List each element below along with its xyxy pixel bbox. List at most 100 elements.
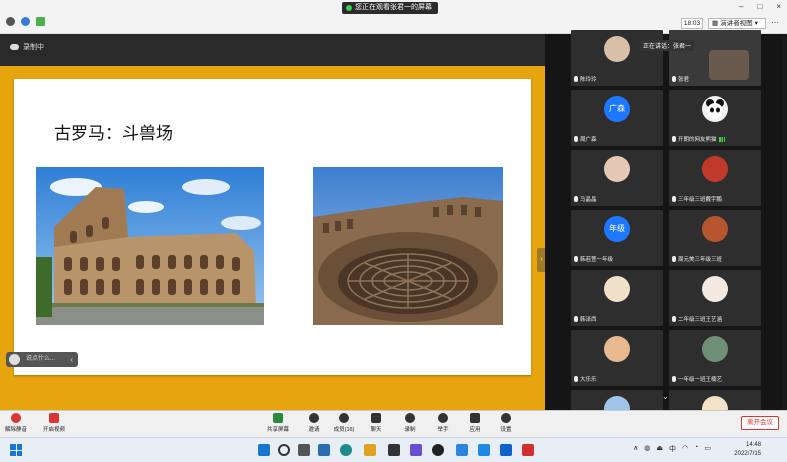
mic-icon — [574, 196, 578, 202]
wps-icon[interactable] — [522, 444, 534, 456]
presentation-slide: 古罗马：斗兽场 — [14, 79, 531, 375]
participant-avatar — [702, 276, 728, 302]
settings-button[interactable]: 设置 — [492, 413, 520, 433]
participant-tile[interactable]: 陈玲玲 — [571, 30, 663, 86]
clock[interactable]: 14:48 2022/7/15 — [734, 441, 761, 459]
mic-icon — [672, 316, 676, 322]
chat-placeholder: 说点什么... — [26, 356, 56, 362]
participant-avatar — [702, 336, 728, 362]
participant-tile[interactable]: 年级 韩若萱一年级 — [571, 210, 663, 266]
raise-hand-button[interactable]: 举手 — [429, 413, 457, 433]
participant-tile-active[interactable]: 张君 — [669, 30, 761, 86]
title-bar: 您正在观看张君一的屏幕 – □ × 18:03 ▦ 演讲者视图 ▾ ⋯ — [0, 0, 787, 34]
participant-tile[interactable]: 马晶晶 — [571, 150, 663, 206]
task-view-icon[interactable] — [298, 444, 310, 456]
usb-icon[interactable]: ⏏ — [656, 444, 663, 454]
chat-icon — [371, 413, 381, 423]
user-avatar-icon — [9, 354, 20, 365]
participant-tile[interactable]: 三年级三班戴宇鹏 — [669, 150, 761, 206]
participant-tile[interactable]: 周元美三年级三班 — [669, 210, 761, 266]
apps-button[interactable]: 应用 — [461, 413, 489, 433]
share-screen-button[interactable]: 共享屏幕 — [264, 413, 292, 433]
participant-avatar — [604, 36, 630, 62]
network-icon[interactable]: ◍ — [644, 444, 650, 454]
participant-tile[interactable]: 一年级一班王楠艺 — [669, 330, 761, 386]
participant-tile[interactable]: 广森 周广森 — [571, 90, 663, 146]
record-button[interactable]: 录制 — [396, 413, 424, 433]
apps-icon — [470, 413, 480, 423]
invite-icon — [309, 413, 319, 423]
mic-icon — [574, 376, 578, 382]
qq-icon[interactable] — [432, 444, 444, 456]
unmute-button[interactable]: 解除静音 — [2, 413, 30, 433]
minimize-button[interactable]: – — [739, 2, 743, 11]
invite-button[interactable]: 邀请 — [300, 413, 328, 433]
leave-meeting-button[interactable]: 离开会议 — [741, 416, 779, 430]
file-explorer-icon[interactable] — [364, 444, 376, 456]
participant-tile[interactable] — [571, 390, 663, 422]
chevron-up-icon[interactable]: ∧ — [633, 444, 638, 454]
info-icon[interactable] — [6, 17, 15, 26]
start-menu-icon[interactable] — [258, 444, 270, 456]
mic-icon — [574, 256, 578, 262]
maximize-button[interactable]: □ — [757, 2, 762, 11]
participant-avatar — [702, 156, 728, 182]
meeting-window: 您正在观看张君一的屏幕 – □ × 18:03 ▦ 演讲者视图 ▾ ⋯ 录制中 … — [0, 0, 787, 462]
participant-video — [709, 50, 749, 80]
start-video-button[interactable]: 开启视频 — [40, 413, 68, 433]
share-banner: 您正在观看张君一的屏幕 — [342, 2, 438, 14]
participant-tile[interactable]: 二年级三班王艺涵 — [669, 270, 761, 326]
live-indicator-icon — [346, 5, 352, 11]
speaking-indicator: 正在讲话：张君一 — [640, 40, 695, 51]
colosseum-interior-image — [313, 167, 503, 325]
panel-scrollbar[interactable] — [782, 34, 787, 410]
app-icon[interactable] — [388, 444, 400, 456]
participant-tile[interactable]: 韩泽西 — [571, 270, 663, 326]
participant-tile[interactable] — [669, 390, 761, 422]
mic-muted-icon — [11, 413, 21, 423]
recording-indicator: 录制中 — [10, 42, 44, 52]
close-button[interactable]: × — [776, 2, 781, 11]
mic-icon — [574, 316, 578, 322]
members-button[interactable]: 成员(16) — [330, 413, 358, 433]
app-icon[interactable] — [478, 444, 490, 456]
meeting-clock: 18:03 — [681, 18, 703, 29]
participant-avatar — [604, 336, 630, 362]
mic-icon — [672, 76, 676, 82]
participant-name: 张君 — [672, 75, 689, 83]
mic-icon — [672, 376, 676, 382]
share-screen-icon — [273, 413, 283, 423]
mic-icon — [672, 256, 676, 262]
participant-name: 韩泽西 — [574, 315, 597, 323]
signal-strength-icon — [718, 136, 725, 142]
signal-icon[interactable] — [36, 17, 45, 26]
mic-icon — [574, 76, 578, 82]
chat-input[interactable]: 说点什么... ‹ — [6, 352, 78, 367]
chevron-down-icon[interactable]: ⌄ — [662, 392, 669, 401]
view-mode-label: 演讲者视图 — [720, 20, 753, 27]
participant-name: 三年级三班戴宇鹏 — [672, 195, 722, 203]
view-mode-button[interactable]: ▦ 演讲者视图 ▾ — [708, 18, 766, 29]
wifi-icon[interactable]: ◠ — [682, 444, 688, 454]
chat-button[interactable]: 聊天 — [362, 413, 390, 433]
app-icon[interactable] — [456, 444, 468, 456]
widgets-icon[interactable] — [318, 444, 330, 456]
windows-start-icon[interactable] — [10, 444, 22, 456]
shield-icon[interactable] — [21, 17, 30, 26]
chevron-left-icon[interactable]: ‹ — [70, 352, 73, 367]
volume-icon[interactable]: ◔ — [694, 444, 698, 454]
meeting-app-icon[interactable] — [500, 444, 512, 456]
search-icon[interactable] — [278, 444, 290, 456]
edge-browser-icon[interactable] — [340, 444, 352, 456]
participant-name: 周元美三年级三班 — [672, 255, 722, 263]
ime-indicator[interactable]: 中 — [669, 444, 676, 454]
participant-name: 韩若萱一年级 — [574, 255, 613, 263]
participant-tile[interactable]: 大乐乐 — [571, 330, 663, 386]
more-icon[interactable]: ⋯ — [771, 18, 779, 27]
app-icon[interactable] — [410, 444, 422, 456]
participants-panel: 陈玲玲 张君 广森 周广森 开朗的网友熊猫 马晶晶 三年级三班戴宇鹏 年级 韩若… — [545, 30, 787, 422]
participant-tile[interactable]: 开朗的网友熊猫 — [669, 90, 761, 146]
participant-name: 马晶晶 — [574, 195, 597, 203]
battery-icon[interactable]: ▭ — [704, 444, 711, 454]
shared-screen: 录制中 古罗马：斗兽场 说点什么... ‹ › — [0, 34, 546, 418]
